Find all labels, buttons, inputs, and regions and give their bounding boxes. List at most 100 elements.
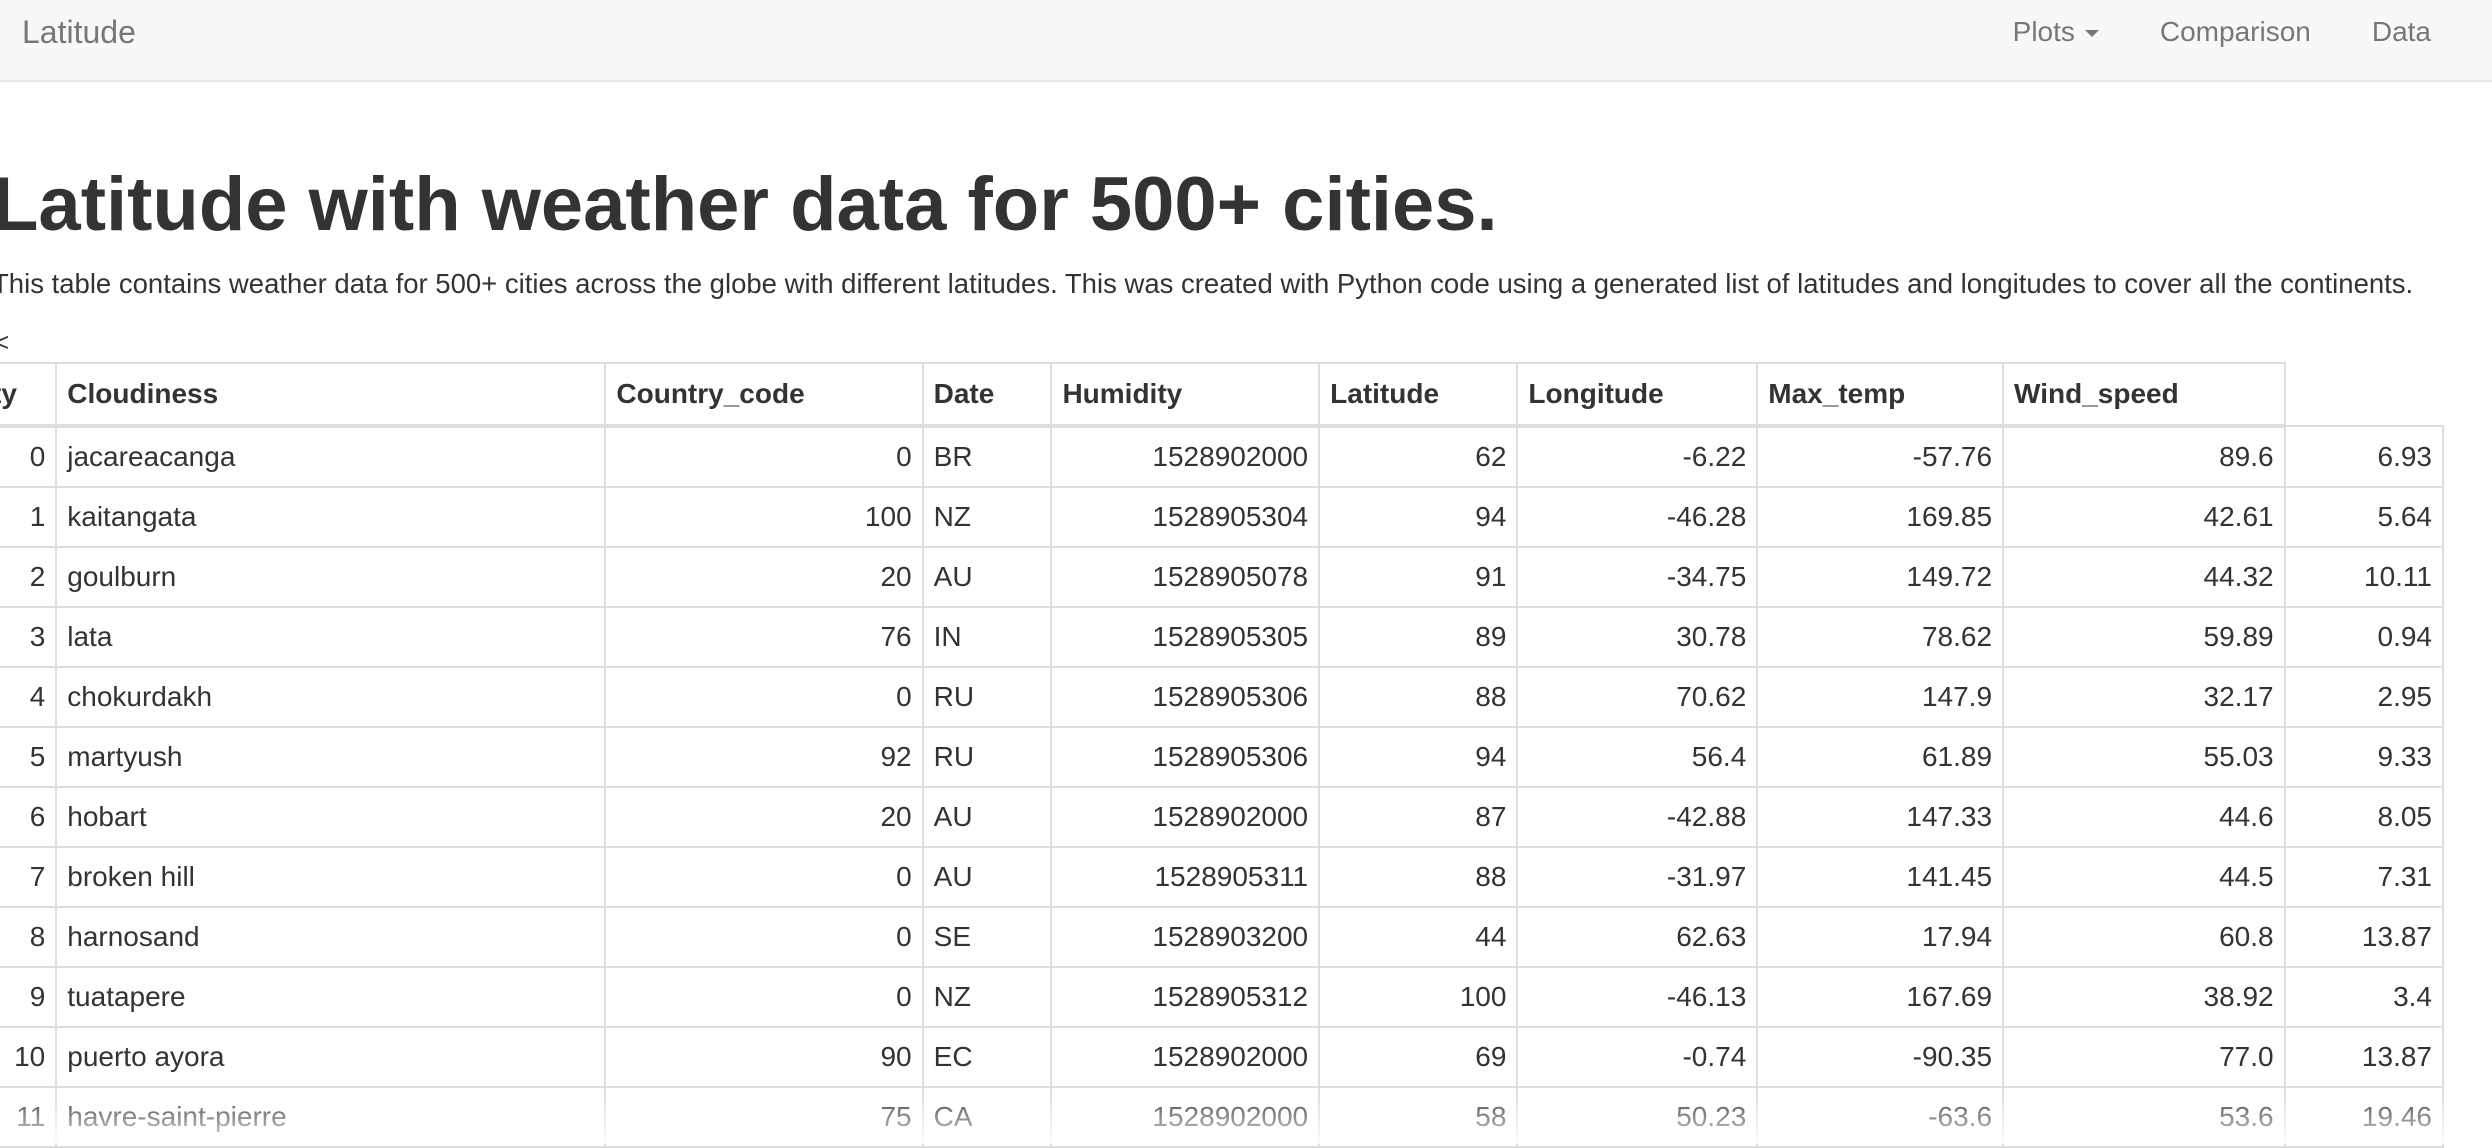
table-cell: 1528905078 <box>1050 546 1321 608</box>
table-cell: 1528905311 <box>1050 846 1321 908</box>
table-header-cell: Max_temp <box>1756 362 2005 428</box>
table-cell: 167.69 <box>1756 966 2005 1028</box>
page-description: This table contains weather data for 500… <box>0 268 2414 299</box>
table-row: 9 tuatapere 0 NZ 1528905312 100 -46.13 167.69 38… <box>0 966 2445 1028</box>
table-cell: 42.61 <box>2002 486 2286 548</box>
table-cell: harnosand <box>55 906 607 968</box>
table-row: 7 broken hill 0 AU 1528905311 88 -31.97 141.45 4… <box>0 846 2445 908</box>
nav-item-data[interactable]: Data <box>2372 16 2431 48</box>
table-cell: 1528902000 <box>1050 425 1321 488</box>
table-cell: lata <box>55 606 607 668</box>
table-cell: 44.32 <box>2002 546 2286 608</box>
table-cell: 89.6 <box>2002 425 2286 488</box>
table-cell: 56.4 <box>1516 726 1759 788</box>
table-cell: AU <box>921 546 1053 608</box>
table-cell: 70.62 <box>1516 666 1759 728</box>
table-cell: RU <box>921 666 1053 728</box>
table-cell: CA <box>921 1086 1053 1148</box>
table-cell: 44.6 <box>2002 786 2286 848</box>
table-cell: 11 <box>0 1086 58 1148</box>
table-row: 10 puerto ayora 90 EC 1528902000 69 -0.74 -90.3… <box>0 1026 2445 1088</box>
table-header-row: City Cloudiness Country_code Date Humidi… <box>0 362 2443 428</box>
table-cell: 0 <box>604 666 924 728</box>
table-cell: 92 <box>604 726 924 788</box>
table-row: 11 havre-saint-pierre 75 CA 1528902000 58 50.2… <box>0 1086 2445 1148</box>
table-cell: tuatapere <box>55 966 607 1028</box>
table-cell: 1528905312 <box>1050 966 1321 1028</box>
table-cell: 1528905305 <box>1050 606 1321 668</box>
table-cell: 147.33 <box>1756 786 2005 848</box>
nav-item-comparison[interactable]: Comparison <box>2160 16 2311 48</box>
table-cell: martyush <box>55 726 607 788</box>
table-cell: 91 <box>1318 546 1519 608</box>
navbar-brand[interactable]: Latitude <box>22 12 136 52</box>
table-cell: kaitangata <box>55 486 607 548</box>
table-cell: 58 <box>1318 1086 1519 1148</box>
table-cell: 9 <box>0 966 58 1028</box>
table-header-cell: Date <box>921 362 1053 428</box>
table-cell: 141.45 <box>1756 846 2005 908</box>
table-cell: BR <box>921 425 1053 488</box>
table-row: 3 lata 76 IN 1528905305 89 30.78 78.62 59.89 0.94 <box>0 606 2445 668</box>
table-header-cell: Cloudiness <box>55 362 607 428</box>
table-cell: jacareacanga <box>55 425 607 488</box>
table-cell: 0.94 <box>2283 606 2445 668</box>
weather-data-table: City Cloudiness Country_code Date Humidi… <box>0 362 2445 1148</box>
table-cell: 0 <box>604 425 924 488</box>
table-header-cell: Longitude <box>1516 362 1759 428</box>
table-cell: 53.6 <box>2002 1086 2286 1148</box>
table-cell: 149.72 <box>1756 546 2005 608</box>
table-cell: 60.8 <box>2002 906 2286 968</box>
table-cell: -42.88 <box>1516 786 1759 848</box>
table-cell: 1528902000 <box>1050 1026 1321 1088</box>
table-cell: 8.05 <box>2283 786 2445 848</box>
table-cell: 100 <box>604 486 924 548</box>
table-cell: -90.35 <box>1756 1026 2005 1088</box>
table-cell: 6 <box>0 786 58 848</box>
table-cell: 75 <box>604 1086 924 1148</box>
table-cell: 4 <box>0 666 58 728</box>
table-cell: 2.95 <box>2283 666 2445 728</box>
table-cell: 62.63 <box>1516 906 1759 968</box>
table-cell: 1528902000 <box>1050 1086 1321 1148</box>
table-cell: 2 <box>0 546 58 608</box>
table-cell: -0.74 <box>1516 1026 1759 1088</box>
table-cell: 20 <box>604 786 924 848</box>
table-cell: 55.03 <box>2002 726 2286 788</box>
navbar: Latitude Plots Comparison Data <box>0 0 2492 82</box>
table-header-cell: Wind_speed <box>2002 362 2286 428</box>
table-row: 5 martyush 92 RU 1528905306 94 56.4 61.89 55.03 9… <box>0 726 2445 788</box>
table-cell: 76 <box>604 606 924 668</box>
table-cell: 1528902000 <box>1050 786 1321 848</box>
table-header-cell: Humidity <box>1050 362 1321 428</box>
table-cell: 9.33 <box>2283 726 2445 788</box>
table-cell: 61.89 <box>1756 726 2005 788</box>
table-cell: 1528905306 <box>1050 726 1321 788</box>
table-cell: EC <box>921 1026 1053 1088</box>
table-cell: RU <box>921 726 1053 788</box>
table-cell: 88 <box>1318 666 1519 728</box>
table-cell: 62 <box>1318 425 1519 488</box>
table-cell: hobart <box>55 786 607 848</box>
table-cell: 32.17 <box>2002 666 2286 728</box>
table-cell: 3.4 <box>2283 966 2445 1028</box>
table-cell: 44 <box>1318 906 1519 968</box>
table-cell: 8 <box>0 906 58 968</box>
table-cell: 10 <box>0 1026 58 1088</box>
table-row: 1 kaitangata 100 NZ 1528905304 94 -46.28 169.85… <box>0 486 2445 548</box>
table-cell: 147.9 <box>1756 666 2005 728</box>
page-title: Latitude with weather data for 500+ citi… <box>0 162 1498 247</box>
nav-item-plots[interactable]: Plots <box>2013 16 2099 48</box>
table-cell: 0 <box>604 966 924 1028</box>
table-cell: 19.46 <box>2283 1086 2445 1148</box>
nav-item-plots-label: Plots <box>2012 16 2075 47</box>
table-cell: 50.23 <box>1516 1086 1759 1148</box>
table-cell: 90 <box>604 1026 924 1088</box>
table-cell: IN <box>921 606 1053 668</box>
table-cell: 94 <box>1318 726 1519 788</box>
table-cell: 88 <box>1318 846 1519 908</box>
table-header-cell-empty <box>2285 363 2443 426</box>
table-cell: -34.75 <box>1516 546 1759 608</box>
table-cell: 13.87 <box>2283 1026 2445 1088</box>
table-cell: NZ <box>921 966 1053 1028</box>
